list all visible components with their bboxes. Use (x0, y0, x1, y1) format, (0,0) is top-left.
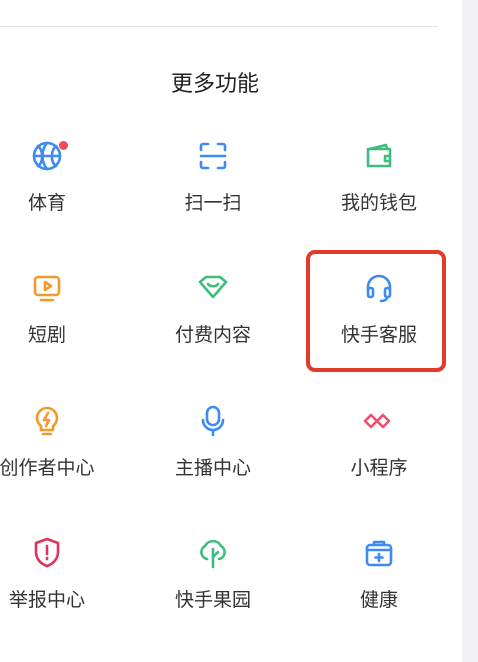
feature-label: 体育 (27, 192, 66, 214)
section-title: 更多功能 (170, 72, 259, 97)
feature-label: 健康 (359, 589, 398, 611)
shield-alert-icon (29, 535, 65, 571)
feature-label: 小程序 (350, 457, 408, 479)
feature-label: 举报中心 (8, 589, 85, 611)
feature-short-drama[interactable]: 短剧 (0, 252, 117, 362)
scan-icon (195, 138, 231, 174)
medical-kit-icon (361, 535, 397, 571)
wallet-icon (361, 138, 397, 174)
right-gutter (462, 0, 478, 662)
infinity-icon (361, 403, 397, 439)
top-divider (0, 26, 438, 27)
bulb-icon (29, 403, 65, 439)
feature-scan[interactable]: 扫一扫 (143, 120, 283, 230)
feature-wallet[interactable]: 我的钱包 (309, 120, 449, 230)
highlight-box (306, 250, 446, 372)
feature-creator-center[interactable]: 创作者中心 (0, 385, 117, 495)
tv-play-icon (29, 270, 65, 306)
feature-label: 短剧 (27, 324, 66, 346)
feature-label: 创作者中心 (0, 457, 95, 479)
feature-sports[interactable]: 体育 (0, 120, 117, 230)
feature-label: 我的钱包 (340, 192, 417, 214)
more-features-panel: 更多功能 体育 扫一扫 我的钱包 短剧 付费内容 快手客服 创作者中心 主播中心… (0, 0, 462, 662)
feature-label: 扫一扫 (184, 192, 242, 214)
feature-report-center[interactable]: 举报中心 (0, 517, 117, 627)
notification-dot (59, 141, 68, 150)
diamond-smile-icon (195, 270, 231, 306)
microphone-icon (195, 403, 231, 439)
feature-paid-content[interactable]: 付费内容 (143, 252, 283, 362)
tree-icon (195, 535, 231, 571)
feature-label: 付费内容 (174, 324, 251, 346)
feature-health[interactable]: 健康 (309, 517, 449, 627)
feature-label: 主播中心 (174, 457, 251, 479)
feature-mini-program[interactable]: 小程序 (309, 385, 449, 495)
feature-orchard[interactable]: 快手果园 (143, 517, 283, 627)
feature-anchor-center[interactable]: 主播中心 (143, 385, 283, 495)
feature-label: 快手果园 (174, 589, 251, 611)
